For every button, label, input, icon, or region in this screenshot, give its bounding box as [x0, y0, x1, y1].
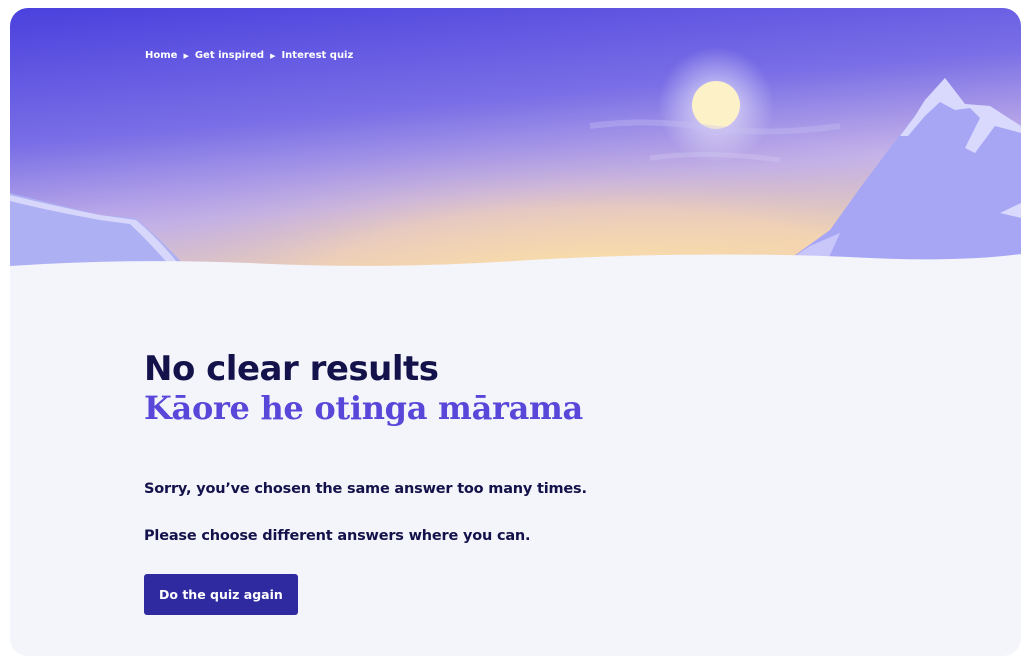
breadcrumb-get-inspired-link[interactable]: Get inspired [195, 50, 264, 61]
triangle-right-icon: ▶ [270, 51, 276, 60]
retry-quiz-button[interactable]: Do the quiz again [144, 574, 298, 615]
breadcrumb-home-link[interactable]: Home [145, 50, 177, 61]
breadcrumb-current-page: Interest quiz [281, 50, 354, 61]
result-message: Sorry, you’ve chosen the same answer too… [144, 481, 587, 497]
page-card: Home ▶ Get inspired ▶ Interest quiz No c… [10, 8, 1021, 656]
page-title-maori: Kāore he otinga mārama [144, 389, 583, 427]
result-hint: Please choose different answers where yo… [144, 528, 531, 544]
page-title: No clear results [144, 349, 439, 389]
result-content: No clear results Kāore he otinga mārama … [144, 349, 944, 615]
triangle-right-icon: ▶ [183, 51, 189, 60]
breadcrumb: Home ▶ Get inspired ▶ Interest quiz [145, 50, 353, 61]
sun-icon [692, 81, 740, 129]
